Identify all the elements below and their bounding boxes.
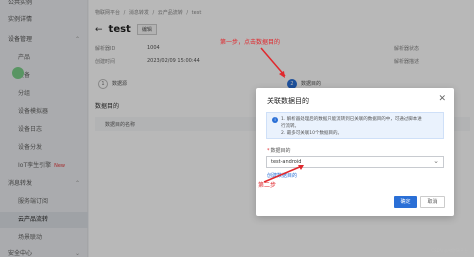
data-destination-label: *数据目的	[267, 147, 291, 154]
info-icon: i	[272, 117, 278, 123]
annotation-step-2: 第二步	[258, 182, 277, 189]
annotation-step-1: 第一步，点击数据目的	[220, 39, 281, 46]
notice-line: 2. 最多可关联10个数据目的。	[281, 131, 342, 136]
close-icon[interactable]: ✕	[438, 94, 446, 104]
associate-data-destination-modal: 关联数据目的 ✕ i 1. 解析器处理后的数据只能流转到已关联的数据目的中，可通…	[256, 88, 454, 216]
info-notice: i 1. 解析器处理后的数据只能流转到已关联的数据目的中，可通过脚本进 行流转。…	[266, 112, 444, 139]
modal-title: 关联数据目的	[267, 97, 309, 105]
cancel-button[interactable]: 取消	[420, 196, 445, 208]
required-asterisk: *	[267, 148, 270, 154]
notice-line: 1. 解析器处理后的数据只能流转到已关联的数据目的中，可通过脚本进	[281, 117, 422, 122]
annotation-arrow-1	[260, 47, 286, 78]
confirm-button[interactable]: 确定	[394, 196, 417, 208]
notice-line: 行流转。	[281, 124, 299, 129]
watermark: CSDN @物联网平台	[431, 248, 468, 253]
chevron-down-icon: ⌄	[433, 157, 439, 165]
field-label-text: 数据目的	[270, 148, 291, 154]
